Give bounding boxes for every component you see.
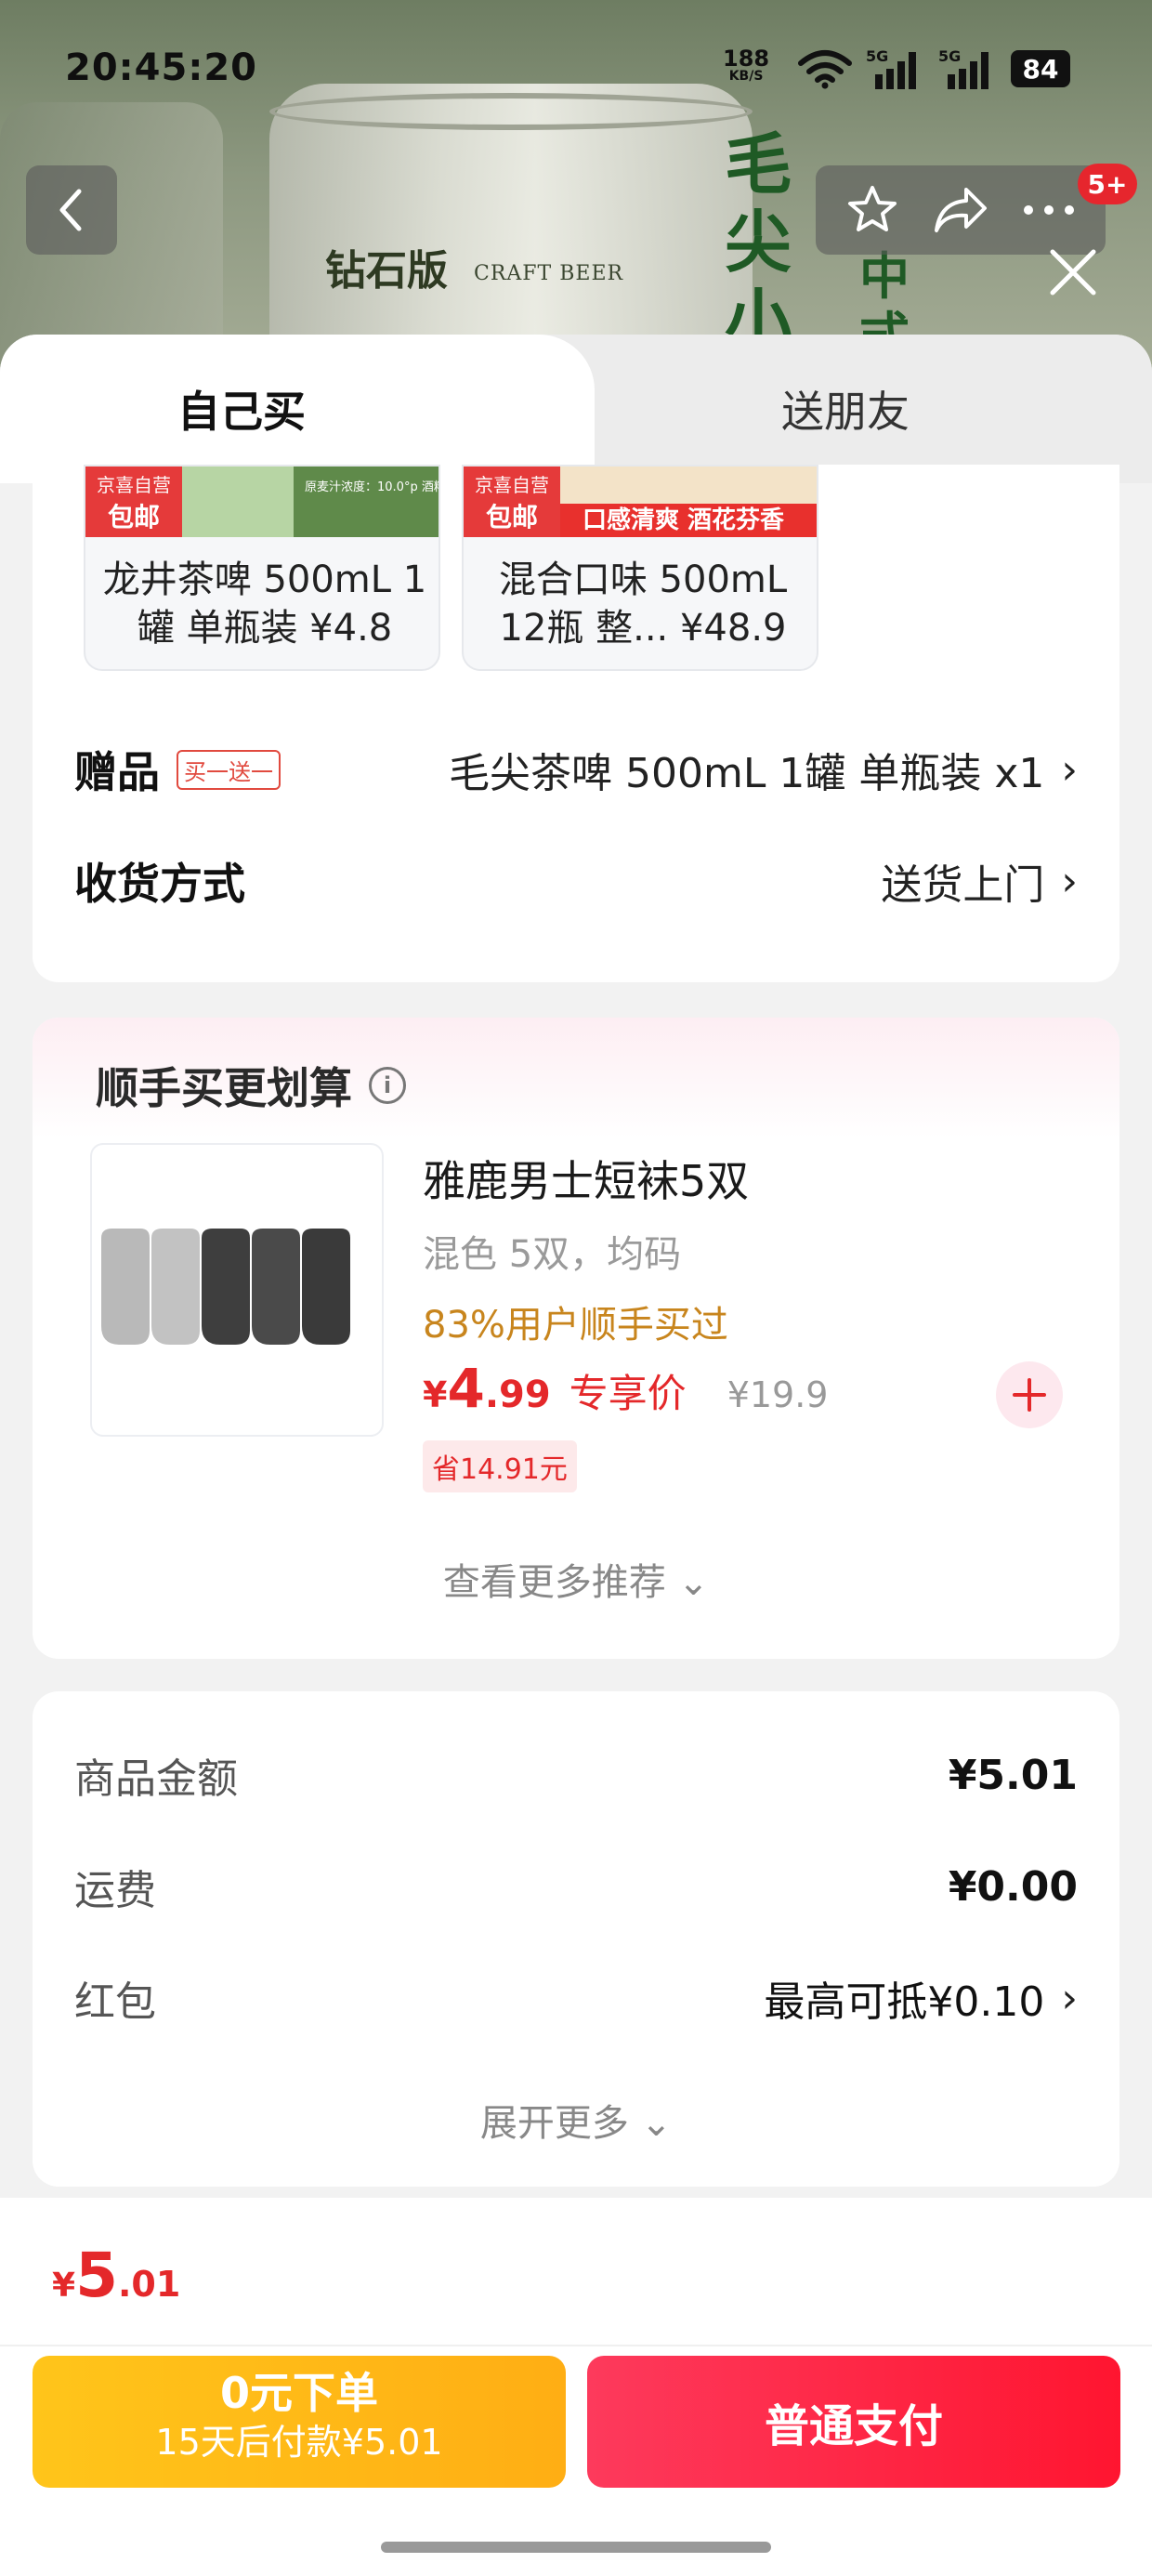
more-icon[interactable] (1021, 201, 1077, 219)
addon-card: 顺手买更划算 i 雅鹿男士短袜5双 混色 5双，均码 83%用户顺手买过 ¥ 4… (33, 1018, 1119, 1659)
gift-value: 毛尖茶啤 500mL 1罐 单瓶装 x1 (449, 750, 1045, 797)
gift-row[interactable]: 赠品 买一送一 毛尖茶啤 500mL 1罐 单瓶装 x1 › (74, 737, 1078, 802)
red-packet-value: 最高可抵¥0.10 (764, 1978, 1045, 2026)
purchase-tabs: 送朋友 自己买 (0, 335, 1152, 483)
expand-more-link[interactable]: 展开更多 ⌄ (33, 2093, 1119, 2147)
chevron-right-icon: › (1061, 1974, 1078, 2022)
chevron-down-icon: ⌄ (640, 2102, 673, 2145)
goods-amount-row: 商品金额 ¥5.01 (74, 1742, 1078, 1807)
total-price: ¥ 5 .01 (52, 2240, 180, 2311)
addon-price: ¥ 4 .99 专享价 ¥19.9 (423, 1357, 828, 1420)
chevron-right-icon: › (1061, 745, 1078, 794)
shipping-value: ¥0.00 (948, 1862, 1078, 1911)
close-button[interactable] (1041, 240, 1106, 305)
total-currency: ¥ (52, 2267, 76, 2305)
variant-title: 龙井茶啤 500mL 1罐 单瓶装 ¥4.8 (102, 559, 427, 650)
savings-badge: 省14.91元 (423, 1440, 577, 1492)
home-indicator[interactable] (381, 2542, 771, 2553)
price-tag: 专享价 (569, 1371, 687, 1416)
tag-big: 包邮 (485, 502, 538, 532)
more-recommendations-label: 查看更多推荐 (442, 1561, 666, 1604)
net-speed-unit: KB/S (728, 69, 764, 84)
add-addon-button[interactable] (996, 1361, 1063, 1428)
original-price: ¥19.9 (727, 1374, 829, 1415)
red-packet-label: 红包 (74, 1978, 156, 2026)
pay-later-button[interactable]: 0元下单 15天后付款¥5.01 (33, 2356, 566, 2488)
price-decimal: .99 (484, 1373, 551, 1416)
product-options-card: 原麦汁浓度：10.0°p 酒精度：≥3.7%vol 京喜自营 包邮 龙井茶啤 5… (33, 465, 1119, 982)
delivery-label: 收货方式 (74, 859, 245, 909)
wifi-icon (798, 50, 852, 89)
goods-amount-label: 商品金额 (74, 1755, 238, 1803)
signal-5g-icon-2: 5G (938, 47, 988, 89)
tab-send-friend-label: 送朋友 (781, 387, 910, 437)
tag-small: 京喜自营 (97, 474, 171, 496)
shipping-row: 运费 ¥0.00 (74, 1854, 1078, 1919)
addon-title: 顺手买更划算 (96, 1063, 352, 1113)
goods-amount-value: ¥5.01 (948, 1751, 1078, 1799)
message-badge: 5+ (1078, 164, 1137, 204)
variant-option[interactable]: 原麦汁浓度：10.0°p 酒精度：≥3.7%vol 京喜自营 包邮 龙井茶啤 5… (84, 465, 440, 671)
plus-icon (1013, 1378, 1046, 1412)
chevron-left-icon (59, 189, 82, 231)
status-icons: 5G 5G 84 (797, 46, 1070, 91)
gift-promo-tag: 买一送一 (177, 749, 281, 790)
addon-header: 顺手买更划算 i (96, 1055, 406, 1116)
net-speed: 188 KB/S (723, 46, 770, 84)
expand-more-label: 展开更多 (479, 2102, 629, 2145)
signal-5g-icon: 5G (866, 47, 916, 89)
tag-small: 京喜自营 (475, 474, 549, 496)
can-label-text: 钻石版 (325, 247, 448, 295)
battery-icon: 84 (1011, 50, 1070, 87)
pay-now-button[interactable]: 普通支付 (587, 2356, 1120, 2488)
status-bar: 20:45:20 188 KB/S 5G 5G 84 (0, 0, 1152, 130)
divider (0, 2345, 1152, 2346)
share-icon[interactable] (931, 182, 990, 238)
price-integer: 4 (447, 1357, 485, 1420)
checkout-bar: ¥ 5 .01 0元下单 15天后付款¥5.01 普通支付 (0, 2198, 1152, 2576)
variant-banner-text: 原麦汁浓度：10.0°p 酒精度：≥3.7%vol (305, 480, 440, 494)
shipping-label: 运费 (74, 1867, 156, 1914)
tab-buy-self[interactable]: 自己买 (0, 335, 595, 483)
can-label-subtext: CRAFT BEER (474, 262, 624, 285)
more-recommendations-link[interactable]: 查看更多推荐 ⌄ (33, 1552, 1119, 1606)
delivery-row[interactable]: 收货方式 送货上门 › (74, 848, 1078, 913)
status-time: 20:45:20 (65, 46, 257, 89)
variant-option[interactable]: 口感清爽 酒花芬香 京喜自营 包邮 混合口味 500mL 12瓶 整... ¥4… (462, 465, 818, 671)
tab-buy-self-label: 自己买 (177, 387, 306, 437)
fee-summary-card: 商品金额 ¥5.01 运费 ¥0.00 红包 最高可抵¥0.10 › 展开更多 … (33, 1691, 1119, 2187)
tag-big: 包邮 (107, 502, 160, 532)
pay-later-title: 0元下单 (219, 2368, 378, 2418)
info-icon[interactable]: i (369, 1067, 406, 1104)
total-decimal: .01 (118, 2264, 181, 2305)
addon-product-spec: 混色 5双，均码 (423, 1233, 682, 1276)
chevron-down-icon: ⌄ (677, 1561, 710, 1604)
total-integer: 5 (75, 2240, 118, 2311)
self-operated-tag: 京喜自营 包邮 (464, 467, 560, 537)
socks-image (101, 1229, 350, 1345)
backdrop-vertical-title: 毛尖小 (725, 125, 792, 360)
pay-later-subtitle: 15天后付款¥5.01 (155, 2422, 443, 2463)
self-operated-tag: 京喜自营 包邮 (85, 467, 182, 537)
addon-product-image[interactable] (90, 1143, 384, 1437)
back-button[interactable] (26, 165, 117, 255)
price-currency: ¥ (423, 1374, 448, 1415)
variant-title: 混合口味 500mL 12瓶 整... ¥48.9 (498, 559, 788, 650)
chevron-right-icon: › (1061, 857, 1078, 905)
star-icon[interactable] (844, 182, 900, 238)
gift-label: 赠品 (74, 747, 160, 797)
delivery-value: 送货上门 (881, 861, 1045, 909)
red-packet-row[interactable]: 红包 最高可抵¥0.10 › (74, 1965, 1078, 2031)
addon-social-proof: 83%用户顺手买过 (423, 1304, 728, 1347)
addon-product-name[interactable]: 雅鹿男士短袜5双 (423, 1148, 749, 1209)
net-speed-value: 188 (723, 46, 770, 72)
tab-send-friend[interactable]: 送朋友 (595, 335, 1152, 483)
close-icon (1050, 249, 1096, 296)
variant-banner-text: 口感清爽 酒花芬香 (583, 506, 784, 534)
svg-text:5G: 5G (866, 47, 888, 65)
svg-text:5G: 5G (938, 47, 961, 65)
